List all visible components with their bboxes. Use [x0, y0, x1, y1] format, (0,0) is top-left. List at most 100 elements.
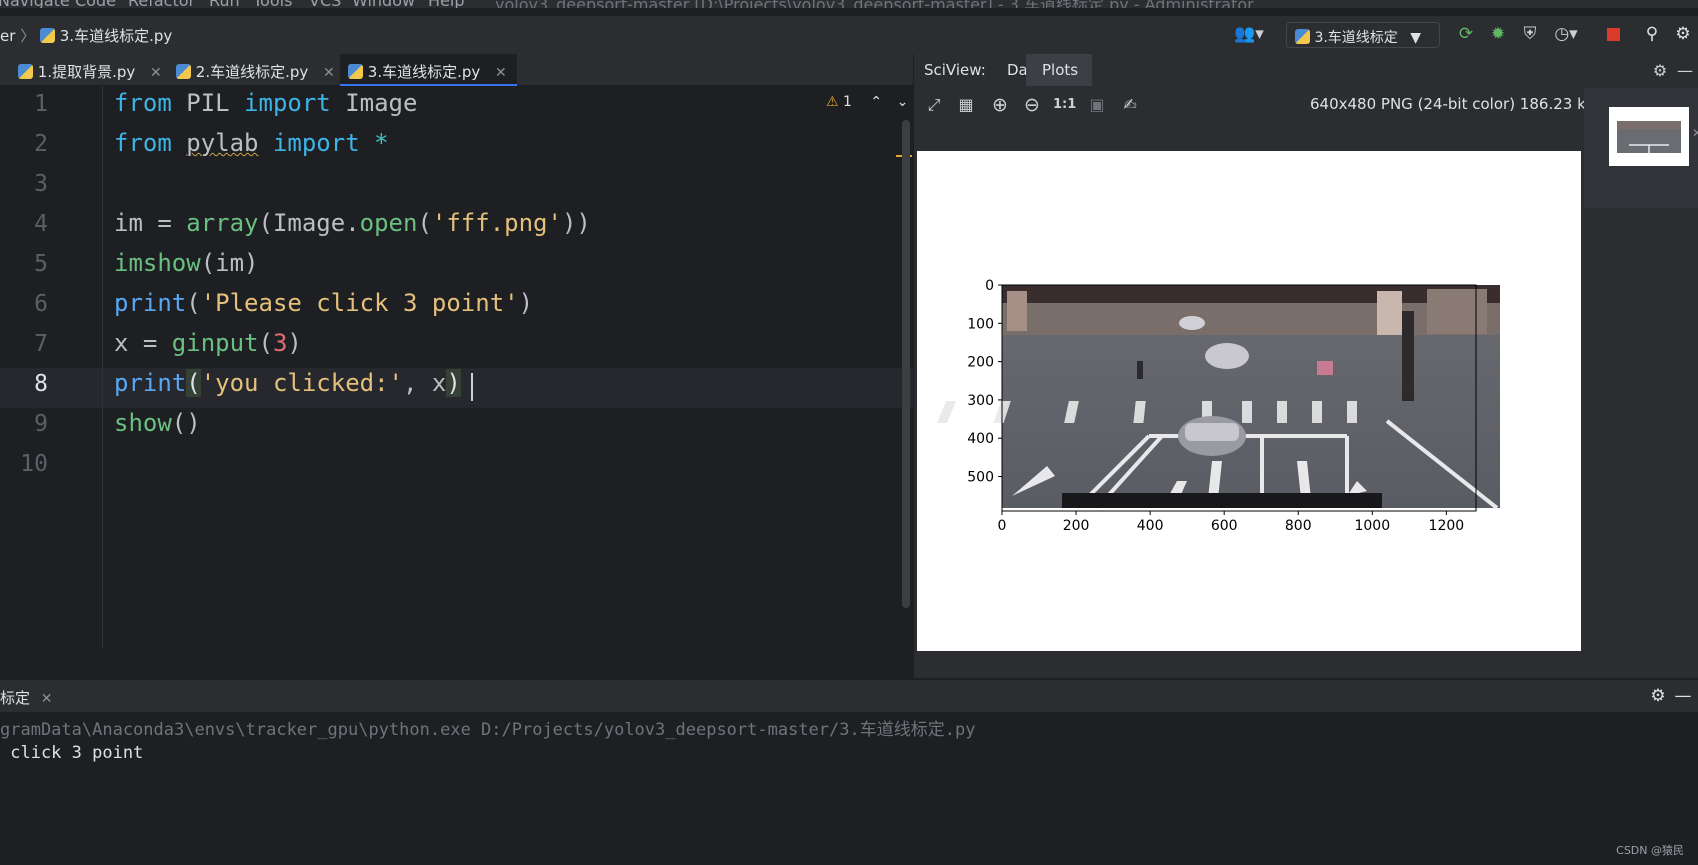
- sciview-tab-bar: SciView: Data Plots ⚙ —: [914, 54, 1698, 86]
- tab-2-lane-calibration[interactable]: 2.车道线标定.py ✕: [176, 54, 335, 86]
- close-icon[interactable]: ✕: [150, 65, 162, 81]
- navigation-bar: er 〉 3.车道线标定.py 👥▾ 3.车道线标定 ▼ ⟳ ✹ ⛨ ◷▾ ⚲ …: [0, 16, 1698, 54]
- color-picker-icon[interactable]: ✍: [1119, 94, 1141, 116]
- menu-vcs[interactable]: VCS: [309, 0, 341, 8]
- minimize-icon[interactable]: —: [1673, 686, 1693, 706]
- plot-canvas[interactable]: 0 200 400 600 800 1000 1200 0 100 200 300 400 500: [917, 151, 1581, 651]
- run-configuration-select[interactable]: 3.车道线标定 ▼: [1286, 22, 1440, 48]
- minimize-icon[interactable]: —: [1674, 60, 1696, 82]
- code-line[interactable]: print('Please click 3 point'): [114, 289, 533, 317]
- inspection-widget[interactable]: ⚠ 1 ⌃ ⌄: [826, 94, 908, 110]
- line-number: 6: [34, 291, 48, 317]
- profile-icon[interactable]: ◷▾: [1549, 24, 1583, 44]
- y-tick-label: 100: [967, 316, 994, 332]
- code-token: 3: [272, 329, 288, 357]
- close-icon[interactable]: ✕: [495, 65, 507, 81]
- run-tab[interactable]: 标定 ✕: [0, 687, 53, 708]
- gear-icon[interactable]: ⚙: [1673, 24, 1693, 44]
- sciview-label: SciView:: [924, 61, 986, 79]
- background-icon[interactable]: ▣: [1086, 94, 1108, 116]
- tab-label: 2.车道线标定.py: [195, 63, 309, 81]
- menu-help[interactable]: Help: [428, 0, 464, 8]
- y-tick-label: 0: [985, 278, 994, 294]
- chevron-down-icon: ▼: [1410, 30, 1422, 46]
- breadcrumb-file[interactable]: 3.车道线标定.py: [60, 27, 172, 45]
- close-icon[interactable]: ✕: [323, 65, 335, 81]
- tab-plots[interactable]: Plots: [1026, 54, 1092, 86]
- watermark: CSDN @猿民: [1616, 844, 1684, 857]
- y-tick-label: 500: [967, 470, 994, 486]
- code-editor[interactable]: [0, 86, 913, 648]
- sciview-panel: SciView: Data Plots ⚙ — ⤢ ▦ ⊕ ⊖ 1:1 ▣ ✍ …: [913, 54, 1698, 678]
- zoom-in-icon[interactable]: ⊕: [989, 94, 1011, 116]
- x-tick-label: 400: [1137, 518, 1164, 534]
- gear-icon[interactable]: ⚙: [1648, 686, 1668, 706]
- debug-icon[interactable]: ✹: [1488, 24, 1508, 44]
- stop-icon[interactable]: [1603, 24, 1623, 44]
- code-token: ): [446, 369, 461, 397]
- run-tool-window-header: 标定 ✕ ⚙ —: [0, 680, 1698, 712]
- editor-scrollbar[interactable]: [902, 120, 910, 608]
- coverage-icon[interactable]: ⛨: [1520, 24, 1540, 44]
- close-icon[interactable]: ✕: [41, 691, 53, 707]
- chevron-up-icon[interactable]: ⌃: [870, 94, 882, 110]
- road-scene-image: [937, 285, 1500, 510]
- y-axis: 0 100 200 300 400 500: [967, 278, 1002, 486]
- breadcrumb-separator: 〉: [20, 27, 36, 45]
- chevron-down-icon[interactable]: ⌄: [897, 94, 909, 110]
- menu-code[interactable]: Code: [75, 0, 116, 8]
- menu-run[interactable]: Run: [209, 0, 240, 8]
- menu-refactor[interactable]: Refactor: [128, 0, 195, 8]
- code-line[interactable]: im = array(Image.open('fff.png')): [114, 209, 591, 237]
- code-token: array: [186, 209, 259, 237]
- code-line[interactable]: x = ginput(3): [114, 329, 302, 357]
- y-tick-label: 400: [967, 431, 994, 447]
- actual-size-button[interactable]: 1:1: [1053, 94, 1076, 116]
- menu-bar: Navigate Code Refactor Run Tools VCS Win…: [0, 0, 1698, 8]
- window-title: yolov3_deepsort-master [D:\Projects\yolo…: [495, 0, 1254, 8]
- code-token: from: [114, 89, 172, 117]
- code-token: pylab: [186, 129, 259, 157]
- python-file-icon: [1295, 29, 1310, 44]
- code-token: 'fff.png': [431, 209, 562, 237]
- code-line[interactable]: from pylab import *: [114, 129, 389, 157]
- fit-to-window-icon[interactable]: ⤢: [923, 94, 945, 116]
- menu-navigate[interactable]: Navigate: [0, 0, 70, 8]
- code-token: 'you clicked:': [200, 369, 403, 397]
- line-number: 1: [34, 91, 48, 117]
- search-icon[interactable]: ⚲: [1642, 24, 1662, 44]
- code-line[interactable]: imshow(im): [114, 249, 259, 277]
- code-line[interactable]: show(): [114, 409, 201, 437]
- code-token: open: [359, 209, 418, 237]
- tab-3-lane-calibration[interactable]: 3.车道线标定.py ✕: [340, 54, 517, 86]
- gear-icon[interactable]: ⚙: [1649, 60, 1671, 82]
- rerun-icon[interactable]: ⟳: [1456, 24, 1476, 44]
- code-token: ginput: [171, 329, 259, 357]
- console-output-line: click 3 point: [0, 743, 144, 763]
- vcs-user-icon[interactable]: 👥▾: [1232, 24, 1266, 44]
- line-number: 7: [34, 331, 48, 357]
- run-console[interactable]: gramData\Anaconda3\envs\tracker_gpu\pyth…: [0, 712, 1698, 865]
- plot-thumbnail[interactable]: [1609, 107, 1689, 166]
- menu-window[interactable]: Window: [352, 0, 415, 8]
- grid-icon[interactable]: ▦: [955, 94, 977, 116]
- zoom-out-icon[interactable]: ⊖: [1021, 94, 1043, 116]
- editor-tab-bar: 1.提取背景.py ✕ 2.车道线标定.py ✕ 3.车道线标定.py ✕: [0, 54, 913, 86]
- code-token: ): [518, 289, 534, 317]
- line-number: 4: [34, 211, 48, 237]
- code-token: 'Please click 3 point': [200, 289, 519, 317]
- code-token: (: [186, 289, 201, 317]
- warning-count: 1: [843, 94, 852, 110]
- code-token: print: [114, 289, 187, 317]
- code-token: (im): [200, 249, 259, 277]
- close-icon[interactable]: ✕: [1692, 126, 1698, 140]
- code-line[interactable]: from PIL import Image: [114, 89, 417, 117]
- code-token: x =: [114, 329, 172, 357]
- code-line[interactable]: print('you clicked:', x): [114, 369, 461, 397]
- tab-1-extract-background[interactable]: 1.提取背景.py ✕: [18, 54, 162, 86]
- code-token: Image: [330, 89, 418, 117]
- breadcrumb-root[interactable]: er: [0, 27, 15, 45]
- line-number: 3: [34, 171, 48, 197]
- menu-tools[interactable]: Tools: [253, 0, 292, 8]
- tab-plots-label: Plots: [1042, 61, 1079, 79]
